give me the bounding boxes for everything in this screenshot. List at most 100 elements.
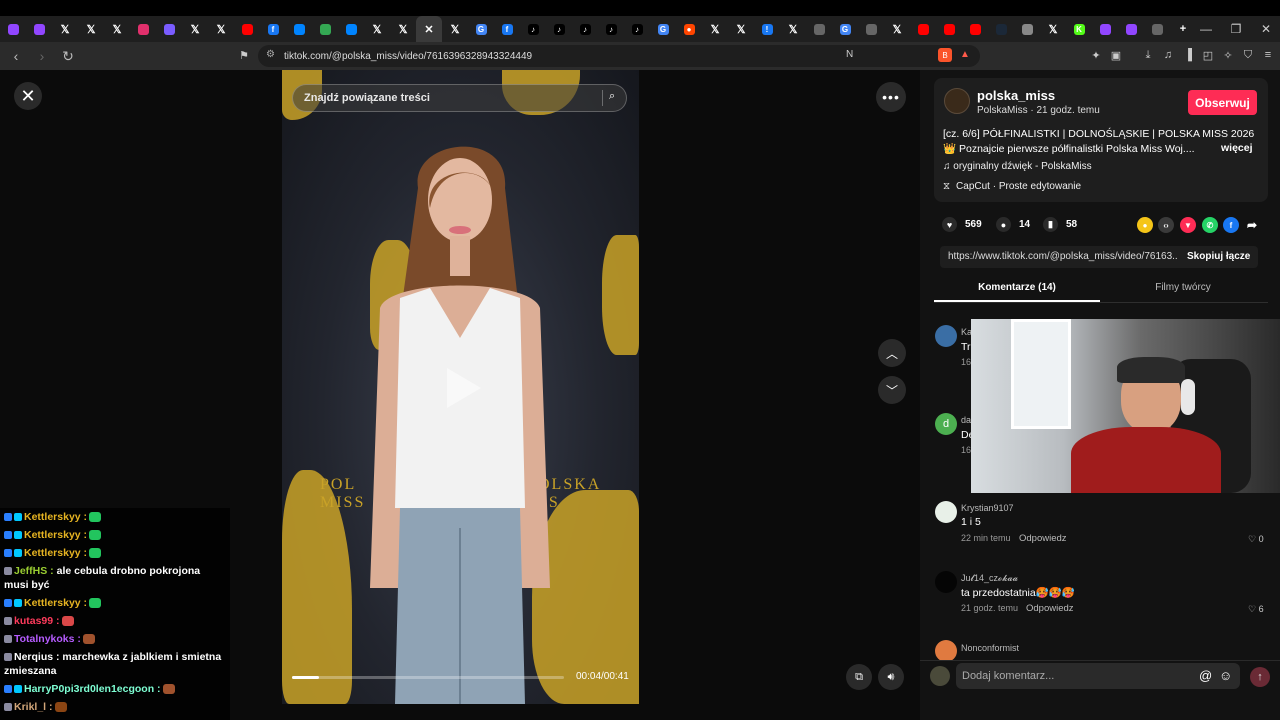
browser-tab[interactable] (858, 16, 884, 42)
browser-tab[interactable]: ♪ (520, 16, 546, 42)
chat-username[interactable]: HarryP0pi3rd0len1ecgoon : (24, 683, 161, 695)
browser-tab[interactable]: 𝕏 (702, 16, 728, 42)
more-link[interactable]: więcej (1221, 142, 1253, 154)
author-avatar[interactable] (944, 88, 970, 114)
more-options-button[interactable]: ••• (876, 82, 906, 112)
comment-like-button[interactable]: ♡ 0 (1248, 534, 1264, 545)
mention-icon[interactable]: @ (1199, 668, 1212, 683)
forward-icon[interactable]: › (32, 46, 52, 66)
wallet-icon[interactable]: ◰ (1200, 47, 1216, 63)
address-bar[interactable]: ⚙ tiktok.com/@polska_miss/video/76163963… (258, 45, 980, 67)
comment-like-button[interactable]: ♡ 6 (1248, 604, 1264, 615)
browser-tab[interactable]: G (650, 16, 676, 42)
browser-tab[interactable] (312, 16, 338, 42)
reply-button[interactable]: Odpowiedz (1019, 533, 1067, 544)
maximize-button[interactable]: ❐ (1220, 16, 1252, 42)
browser-tab[interactable]: 𝕏 (208, 16, 234, 42)
browser-tab[interactable]: 𝕏 (364, 16, 390, 42)
browser-tab[interactable] (338, 16, 364, 42)
chat-username[interactable]: JeffHS : (14, 565, 54, 577)
save-button[interactable]: ▮ 58 (1043, 217, 1077, 232)
menu-icon[interactable]: ≡ (1260, 47, 1276, 63)
tab-creator-videos[interactable]: Filmy twórcy (1100, 282, 1266, 293)
browser-tab[interactable] (1144, 16, 1170, 42)
close-window-button[interactable]: ✕ (1250, 16, 1280, 42)
chat-username[interactable]: Krikl_l : (14, 701, 53, 713)
author-name[interactable]: polska_miss (977, 88, 1055, 103)
browser-tab[interactable] (1118, 16, 1144, 42)
next-video-button[interactable]: ﹀ (878, 376, 906, 404)
brave-rewards-icon[interactable]: ▲ (960, 49, 970, 60)
like-button[interactable]: ♥ 569 (942, 217, 982, 232)
browser-tab[interactable]: ● (676, 16, 702, 42)
browser-tab[interactable] (26, 16, 52, 42)
brave-shield-icon[interactable]: B (938, 48, 952, 62)
chat-username[interactable]: Kettlerskyy : (24, 529, 87, 541)
facebook-icon[interactable]: f (1223, 217, 1239, 233)
extensions-icon[interactable]: ✦ (1088, 47, 1104, 63)
browser-tab[interactable] (130, 16, 156, 42)
browser-tab[interactable] (988, 16, 1014, 42)
comment-author[interactable]: Ju𝓵14_cz𝓸𝓴𝓪𝓪 (961, 573, 1018, 584)
site-info-icon[interactable]: ⚙ (266, 49, 275, 60)
browser-tab[interactable]: K (1066, 16, 1092, 42)
browser-tab[interactable]: ♪ (598, 16, 624, 42)
capcut-link[interactable]: ⧖ CapCut · Proste edytowanie (943, 181, 1081, 192)
minimize-button[interactable]: — (1190, 16, 1222, 42)
embed-icon[interactable]: ‹› (1158, 217, 1174, 233)
browser-tab[interactable] (806, 16, 832, 42)
sound-link[interactable]: ♫ oryginalny dźwięk - PolskaMiss (943, 161, 1092, 172)
share-arrow-icon[interactable]: ➦ (1244, 217, 1260, 233)
browser-tab[interactable]: G (832, 16, 858, 42)
browser-tab[interactable]: 𝕏 (104, 16, 130, 42)
comment-avatar[interactable] (935, 325, 957, 347)
browser-tab[interactable]: 𝕏 (884, 16, 910, 42)
comment-author[interactable]: Nonconformist (961, 643, 1019, 653)
browser-tab[interactable] (910, 16, 936, 42)
comment-avatar[interactable]: d (935, 413, 957, 435)
browser-tab[interactable]: 𝕏 (728, 16, 754, 42)
search-icon[interactable]: ⌕ (602, 90, 618, 106)
friends-share-icon[interactable]: ▼ (1180, 217, 1196, 233)
browser-tab[interactable]: ♪ (546, 16, 572, 42)
tab-comments[interactable]: Komentarze (14) (934, 282, 1100, 293)
download-icon[interactable]: ⤓ (1140, 47, 1156, 63)
browser-tab[interactable]: 𝕏 (52, 16, 78, 42)
browser-tab[interactable]: ! (754, 16, 780, 42)
sidebar-icon[interactable]: ▐ (1180, 47, 1196, 63)
copy-link-button[interactable]: Skopiuj łącze (1187, 251, 1250, 262)
leo-icon[interactable]: ✧ (1220, 47, 1236, 63)
reload-icon[interactable]: ↻ (58, 46, 78, 66)
browser-tab[interactable] (962, 16, 988, 42)
browser-tab[interactable] (1092, 16, 1118, 42)
comment-author[interactable]: Krystian9107 (961, 503, 1014, 513)
browser-tab[interactable]: ♪ (572, 16, 598, 42)
reply-button[interactable]: Odpowiedz (1026, 603, 1074, 614)
comment-avatar[interactable] (935, 501, 957, 523)
comment-avatar[interactable] (935, 640, 957, 662)
chat-username[interactable]: Kettlerskyy : (24, 547, 87, 559)
browser-tab[interactable]: 𝕏 (442, 16, 468, 42)
whatsapp-icon[interactable]: ✆ (1202, 217, 1218, 233)
back-icon[interactable]: ‹ (6, 46, 26, 66)
browser-tab[interactable]: 𝕏 (1040, 16, 1066, 42)
browser-tab[interactable] (156, 16, 182, 42)
browser-tab[interactable]: ♪ (624, 16, 650, 42)
browser-tab[interactable]: f (260, 16, 286, 42)
browser-tab[interactable] (936, 16, 962, 42)
comment-avatar[interactable] (935, 571, 957, 593)
chat-username[interactable]: Totalnykoks : (14, 633, 81, 645)
browser-tab[interactable]: 𝕏 (78, 16, 104, 42)
previous-video-button[interactable]: ︿ (878, 339, 906, 367)
browser-tab[interactable]: 𝕏 (780, 16, 806, 42)
browser-tab[interactable] (1014, 16, 1040, 42)
comment-author[interactable]: da (961, 415, 971, 425)
browser-tab[interactable] (0, 16, 26, 42)
play-icon[interactable] (447, 368, 481, 408)
close-button[interactable]: ✕ (14, 82, 42, 110)
chat-username[interactable]: Nerqius : (14, 651, 60, 663)
chat-username[interactable]: Kettlerskyy : (24, 511, 87, 523)
bookmark-icon[interactable]: ⚑ (236, 47, 252, 63)
chat-username[interactable]: Kettlerskyy : (24, 597, 87, 609)
screenshot-icon[interactable]: ▣ (1108, 47, 1124, 63)
